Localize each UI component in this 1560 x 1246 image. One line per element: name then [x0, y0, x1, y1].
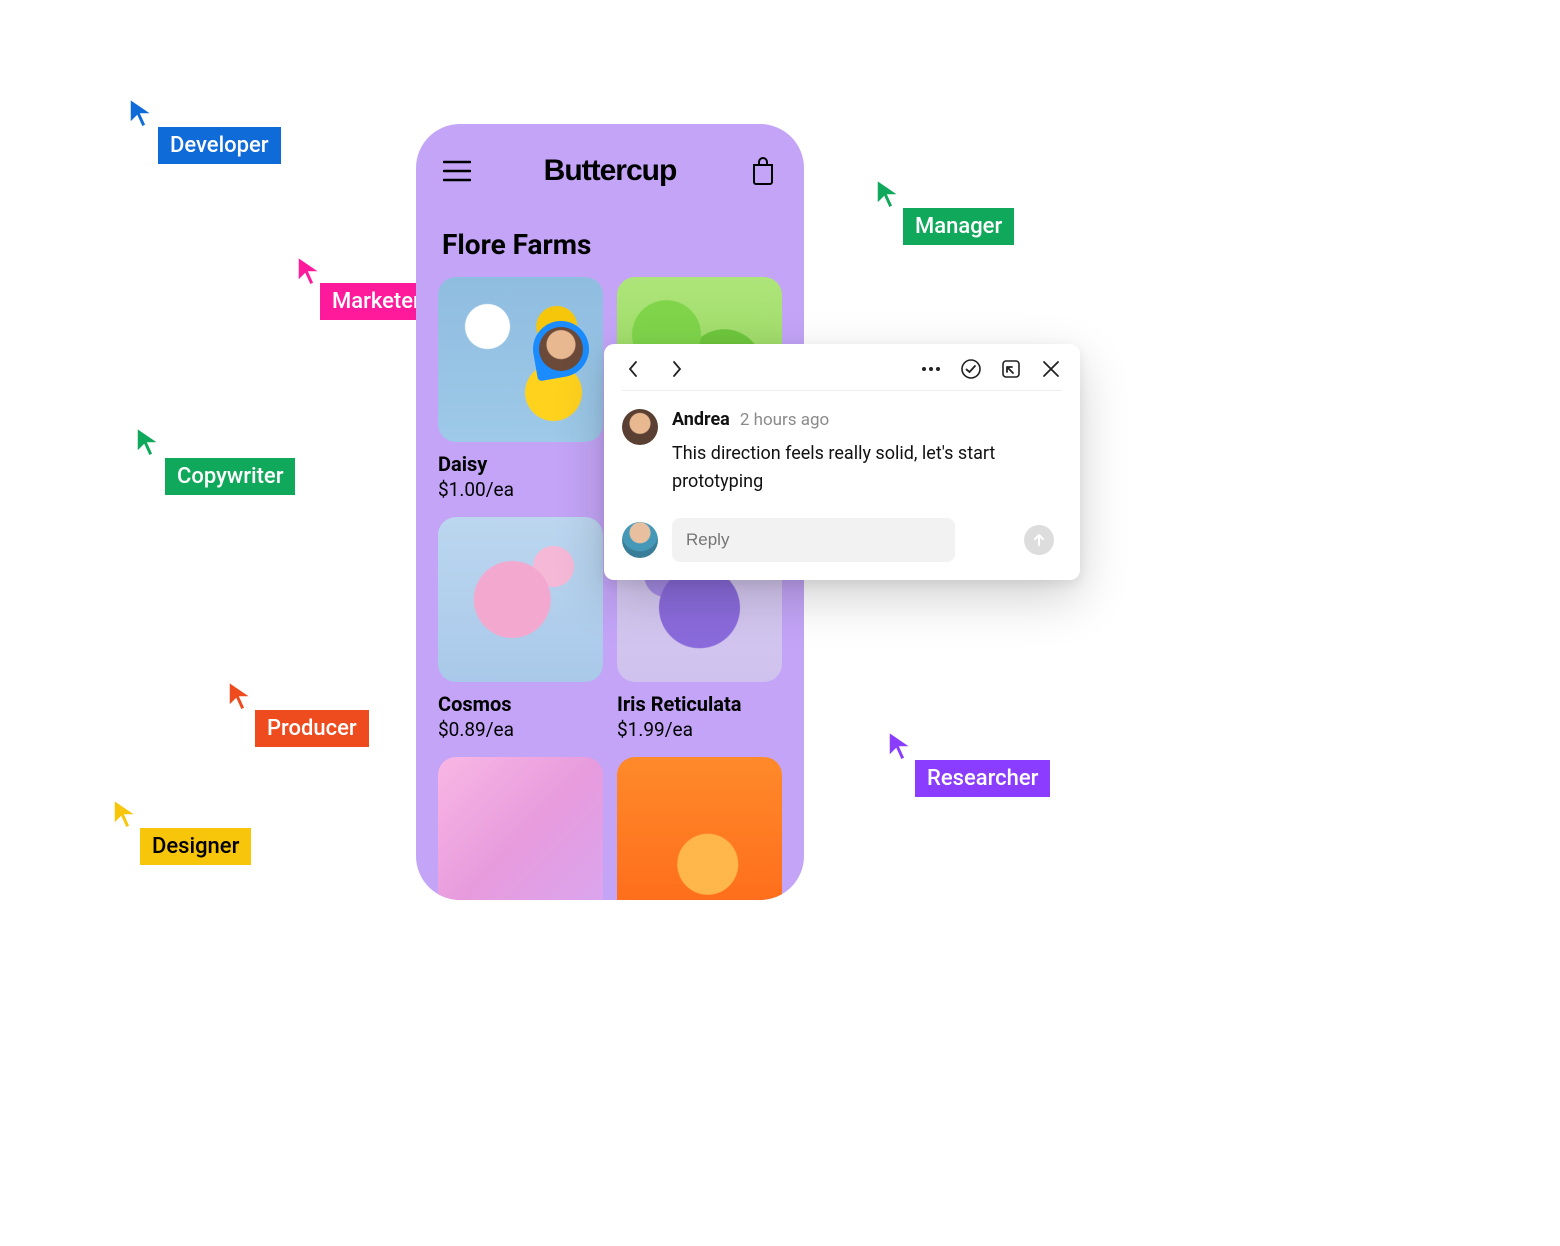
next-comment-button[interactable] — [666, 358, 688, 380]
menu-icon[interactable] — [442, 156, 472, 186]
product-card[interactable]: Daisy $1.00/ea — [438, 277, 603, 501]
product-card[interactable] — [617, 757, 782, 900]
cursor-arrow-icon — [296, 255, 322, 285]
product-thumbnail — [438, 277, 603, 442]
current-user-avatar — [622, 522, 658, 558]
cursor-label: Producer — [255, 710, 369, 747]
send-reply-button[interactable] — [1024, 525, 1054, 555]
cursor-designer: Designer — [112, 798, 138, 832]
cursor-researcher: Researcher — [887, 730, 913, 764]
comment-author-avatar — [622, 409, 658, 445]
comment-panel-header — [622, 358, 1062, 391]
product-name: Iris Reticulata — [617, 692, 782, 716]
product-price: $0.89/ea — [438, 718, 603, 741]
cursor-arrow-icon — [227, 680, 253, 710]
comment-panel: Andrea 2 hours ago This direction feels … — [604, 344, 1080, 580]
comment-author: Andrea — [672, 409, 730, 430]
cursor-label: Designer — [140, 828, 251, 865]
comment-body: This direction feels really solid, let's… — [672, 440, 1062, 496]
cursor-manager: Manager — [875, 178, 901, 212]
prev-comment-button[interactable] — [622, 358, 644, 380]
comment-timestamp: 2 hours ago — [740, 410, 829, 430]
close-icon[interactable] — [1040, 358, 1062, 380]
product-thumbnail — [617, 757, 782, 900]
product-thumbnail — [438, 757, 603, 900]
product-card[interactable]: Cosmos $0.89/ea — [438, 517, 603, 741]
cursor-label: Developer — [158, 127, 281, 164]
cursor-arrow-icon — [887, 730, 913, 760]
cursor-label: Researcher — [915, 760, 1050, 797]
more-options-icon[interactable] — [920, 358, 942, 380]
product-thumbnail — [438, 517, 603, 682]
cursor-producer: Producer — [227, 680, 253, 714]
avatar — [539, 327, 583, 371]
cursor-marketer: Marketer — [296, 255, 322, 289]
reply-input[interactable] — [672, 518, 955, 562]
product-name: Daisy — [438, 452, 603, 476]
cursor-arrow-icon — [128, 97, 154, 127]
product-card[interactable] — [438, 757, 603, 900]
cursor-arrow-icon — [135, 426, 161, 456]
resolve-comment-icon[interactable] — [960, 358, 982, 380]
shopping-bag-icon[interactable] — [748, 156, 778, 186]
cursor-copywriter: Copywriter — [135, 426, 161, 460]
product-name: Cosmos — [438, 692, 603, 716]
dock-panel-icon[interactable] — [1000, 358, 1022, 380]
comment-pin[interactable] — [533, 321, 589, 377]
product-price: $1.00/ea — [438, 478, 603, 501]
cursor-developer: Developer — [128, 97, 154, 131]
cursor-arrow-icon — [112, 798, 138, 828]
cursor-label: Copywriter — [165, 458, 295, 495]
mobile-header: Buttercup — [416, 124, 804, 200]
brand-title: Buttercup — [472, 154, 748, 188]
cursor-label: Manager — [903, 208, 1014, 245]
product-price: $1.99/ea — [617, 718, 782, 741]
section-title: Flore Farms — [416, 200, 804, 277]
cursor-arrow-icon — [875, 178, 901, 208]
design-canvas[interactable]: Developer Marketer Copywriter Producer D… — [0, 0, 1560, 1246]
